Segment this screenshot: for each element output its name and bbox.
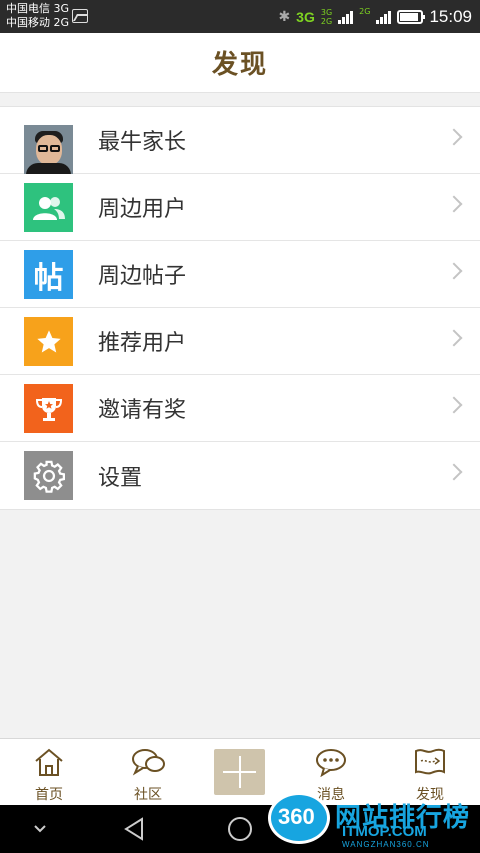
- gallery-icon: [72, 9, 88, 23]
- signal-icon: [338, 10, 354, 24]
- header: 发现: [0, 33, 480, 93]
- add-post-button[interactable]: [214, 749, 265, 795]
- home-circle-icon[interactable]: [222, 805, 258, 853]
- page-title: 发现: [211, 50, 268, 80]
- chevron-right-icon: [445, 195, 463, 213]
- trophy-icon: [24, 384, 73, 433]
- message-icon: [316, 749, 346, 777]
- menu-item-label: 邀请有奖: [98, 398, 187, 423]
- menu-item-label: 设置: [98, 465, 143, 491]
- tab-label: 首页: [35, 787, 63, 803]
- map-icon: [415, 748, 445, 775]
- watermark-badge-text: 360: [278, 804, 315, 829]
- chevron-right-icon: [445, 128, 463, 146]
- menu-item-invite-rewards[interactable]: 邀请有奖: [0, 375, 480, 442]
- menu-item-recommended-users[interactable]: 推荐用户: [0, 308, 480, 375]
- menu-item-label: 最牛家长: [98, 130, 187, 155]
- post-icon-text: 帖: [33, 260, 64, 296]
- chevron-down-icon[interactable]: [24, 805, 56, 853]
- network-small-top: 3G: [320, 7, 333, 17]
- menu-item-label: 周边用户: [98, 197, 187, 222]
- tab-home[interactable]: 首页: [9, 739, 89, 806]
- bluetooth-icon: ✱: [278, 8, 291, 25]
- carrier-1: 中国电信 3G: [6, 2, 70, 15]
- users-icon: [24, 183, 73, 232]
- tab-community[interactable]: 社区: [108, 739, 188, 806]
- signal-2-icon: [376, 10, 392, 24]
- home-icon: [35, 748, 63, 776]
- menu-item-settings[interactable]: 设置: [0, 442, 480, 509]
- carrier-2: 中国移动 2G: [6, 16, 70, 29]
- menu-item-label: 周边帖子: [98, 264, 187, 289]
- bottom-tab-bar: 首页 社区 消息 发现: [0, 738, 480, 805]
- status-bar: 中国电信 3G 中国移动 2G ✱ 3G 3G 2G 2G 15:09: [0, 0, 480, 33]
- menu-item-nearby-posts[interactable]: 帖 周边帖子: [0, 241, 480, 308]
- chevron-right-icon: [445, 329, 463, 347]
- star-icon: [24, 317, 73, 366]
- watermark-domain: ITMOP.COM: [342, 823, 427, 840]
- tab-discover[interactable]: 发现: [390, 739, 470, 806]
- menu-item-nearby-users[interactable]: 周边用户: [0, 174, 480, 241]
- battery-icon: [397, 9, 426, 24]
- network-3g-label: 3G: [296, 8, 315, 25]
- avatar: [24, 124, 73, 174]
- back-icon[interactable]: [116, 805, 152, 853]
- gear-icon: [24, 451, 73, 500]
- chevron-right-icon: [445, 463, 463, 481]
- menu-item-top-parents[interactable]: 最牛家长: [0, 107, 480, 174]
- status-icons: ✱ 3G 3G 2G 2G 15:09: [278, 0, 472, 33]
- carrier-info: 中国电信 3G 中国移动 2G: [6, 2, 69, 30]
- chevron-right-icon: [445, 396, 463, 414]
- menu-item-label: 推荐用户: [98, 331, 187, 356]
- network-small-bottom: 2G: [320, 16, 333, 26]
- network-2g-label: 2G: [359, 7, 370, 27]
- network-right: 2G: [359, 6, 371, 16]
- chat-icon: [132, 749, 165, 776]
- post-icon: 帖: [24, 250, 73, 299]
- tab-label: 社区: [134, 787, 162, 803]
- chevron-right-icon: [445, 262, 463, 280]
- watermark-domain-small: WANGZHAN360.CN: [342, 840, 430, 849]
- network-small-labels: 3G 2G: [321, 8, 332, 26]
- discover-menu: 最牛家长 周边用户 帖 周边帖子 推荐用户 邀请有奖 设置: [0, 106, 480, 510]
- clock: 15:09: [429, 6, 472, 26]
